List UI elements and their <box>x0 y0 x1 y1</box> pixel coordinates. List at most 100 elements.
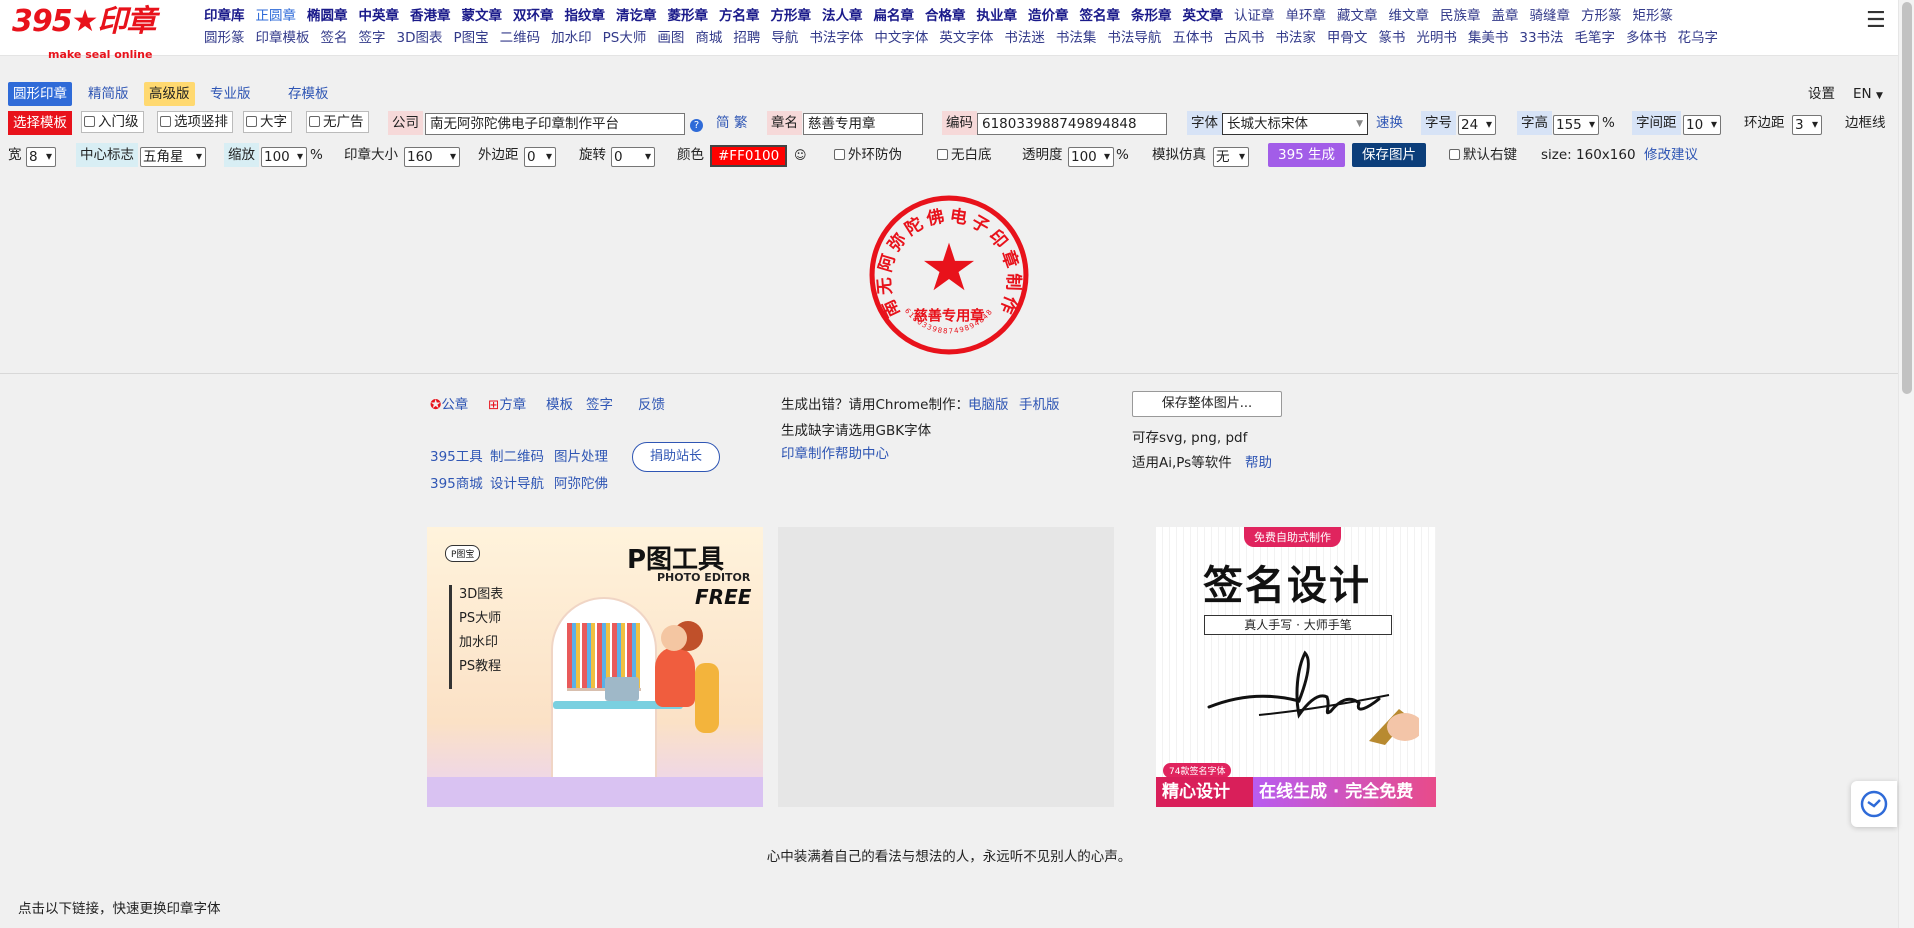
suggest-link[interactable]: 修改建议 <box>1644 143 1698 167</box>
traditional-link[interactable]: 繁 <box>734 111 748 135</box>
font-size-select[interactable]: 24 <box>1458 115 1496 135</box>
nav-link[interactable]: 造价章 <box>1028 6 1069 26</box>
opacity-select[interactable]: 100 <box>1068 147 1114 167</box>
nav-link[interactable]: 骑缝章 <box>1530 6 1571 26</box>
nav-link[interactable]: 印章模板 <box>256 28 310 48</box>
settings-link[interactable]: 设置 <box>1808 82 1835 106</box>
nav-link[interactable]: 印章库 <box>204 6 245 26</box>
shop-link[interactable]: 395商城 <box>430 475 483 493</box>
nav-link[interactable]: 认证章 <box>1234 6 1275 26</box>
nav-link[interactable]: 椭圆章 <box>307 6 348 26</box>
nav-link[interactable]: 双环章 <box>513 6 554 26</box>
nav-link[interactable]: 花乌字 <box>1678 28 1719 48</box>
company-input[interactable]: 南无阿弥陀佛电子印章制作平台 <box>425 113 685 135</box>
qrcode-link[interactable]: 制二维码 <box>490 448 544 466</box>
nav-link[interactable]: 签名 <box>321 28 348 48</box>
ad-photo-editor[interactable]: P图宝 P图工具 PHOTO EDITOR FREE 3D图表 PS大师 加水印… <box>427 527 763 807</box>
width-select[interactable]: 8 <box>26 147 56 167</box>
help-icon[interactable]: ? <box>690 119 703 132</box>
tab-round-seal[interactable]: 圆形印章 <box>8 82 72 106</box>
mobile-version-link[interactable]: 手机版 <box>1019 396 1060 414</box>
save-all-image-button[interactable]: 保存整体图片... <box>1132 391 1282 417</box>
sign-link[interactable]: 签字 <box>586 396 613 414</box>
nav-link[interactable]: 书法迷 <box>1004 28 1045 48</box>
seal-image[interactable]: 南无阿弥陀佛电子印章制作平台 618033988749894848 慈善专用章 <box>868 194 1030 356</box>
emoji-icon[interactable]: ☺ <box>794 143 807 167</box>
nav-link[interactable]: 古风书 <box>1224 28 1265 48</box>
design-nav-link[interactable]: 设计导航 <box>490 475 544 493</box>
nav-link[interactable]: 签字 <box>359 28 386 48</box>
nav-link[interactable]: 香港章 <box>410 6 451 26</box>
color-input[interactable]: #FF0100 <box>710 145 788 167</box>
nav-link[interactable]: 方形章 <box>771 6 812 26</box>
pc-version-link[interactable]: 电脑版 <box>968 396 1009 414</box>
code-input[interactable]: 618033988749894848 <box>977 113 1167 135</box>
nav-link[interactable]: 书法家 <box>1275 28 1316 48</box>
nav-link[interactable]: 矩形篆 <box>1633 6 1674 26</box>
nav-link[interactable]: 商城 <box>695 28 722 48</box>
nav-link[interactable]: 英文字体 <box>939 28 993 48</box>
nav-link[interactable]: 3D图表 <box>397 28 443 48</box>
nav-link[interactable]: PS大师 <box>603 28 647 48</box>
nav-link[interactable]: 篆书 <box>1378 28 1405 48</box>
feedback-link[interactable]: 反馈 <box>638 396 665 414</box>
simulate-select[interactable]: 无 <box>1213 147 1249 167</box>
seal-size-select[interactable]: 160 <box>404 147 460 167</box>
nav-link[interactable]: 导航 <box>771 28 798 48</box>
outer-margin-select[interactable]: 0 <box>524 147 556 167</box>
seal-name-input[interactable]: 慈善专用章 <box>803 113 923 135</box>
tab-advanced[interactable]: 高级版 <box>144 82 195 106</box>
checkbox-default-right[interactable]: 默认右键 <box>1449 143 1517 167</box>
nav-link[interactable]: 书法集 <box>1056 28 1097 48</box>
nav-link[interactable]: 二维码 <box>500 28 541 48</box>
language-select[interactable]: EN ▼ <box>1853 82 1883 108</box>
scrollbar[interactable] <box>1898 0 1914 928</box>
save-image-button[interactable]: 保存图片 <box>1352 143 1426 167</box>
image-process-link[interactable]: 图片处理 <box>554 448 608 466</box>
rotate-select[interactable]: 0 <box>611 147 655 167</box>
nav-link[interactable]: 条形章 <box>1131 6 1172 26</box>
checkbox-no-white-bg[interactable]: 无白底 <box>937 143 992 167</box>
nav-link[interactable]: 中英章 <box>359 6 400 26</box>
center-mark-select[interactable]: 五角星 <box>140 147 206 167</box>
nav-link[interactable]: 正圆章 <box>256 6 297 26</box>
nav-link[interactable]: 书法字体 <box>809 28 863 48</box>
checkbox-vertical[interactable]: 选项竖排 <box>157 111 233 133</box>
template-link[interactable]: 模板 <box>546 396 573 414</box>
nav-link[interactable]: 集美书 <box>1468 28 1509 48</box>
nav-link[interactable]: 蒙文章 <box>462 6 503 26</box>
generate-button[interactable]: 395 生成 <box>1268 143 1346 167</box>
choose-template-button[interactable]: 选择模板 <box>8 111 72 135</box>
square-seal-link[interactable]: ⊞方章 <box>488 396 526 414</box>
menu-icon[interactable]: ☰ <box>1866 8 1886 33</box>
nav-link[interactable]: 签名章 <box>1080 6 1121 26</box>
scrollbar-thumb[interactable] <box>1902 2 1912 394</box>
quick-change-link[interactable]: 速换 <box>1376 111 1403 135</box>
help-link[interactable]: 帮助 <box>1245 454 1272 472</box>
nav-link[interactable]: 甲骨文 <box>1327 28 1368 48</box>
nav-link[interactable]: 书法导航 <box>1107 28 1161 48</box>
nav-link[interactable]: 执业章 <box>977 6 1018 26</box>
checkbox-no-ads[interactable]: 无广告 <box>306 111 369 133</box>
ad-signature-design[interactable]: 免费自助式制作 签名设计 真人手写 · 大师手笔 74款签名字体 精心设计 在线… <box>1129 527 1465 807</box>
font-select[interactable]: 长城大标宋体 ▼ <box>1222 113 1368 135</box>
nav-link[interactable]: 五体书 <box>1172 28 1213 48</box>
nav-link[interactable]: 扁名章 <box>874 6 915 26</box>
zoom-select[interactable]: 100 <box>261 147 307 167</box>
nav-link[interactable]: 圆形篆 <box>204 28 245 48</box>
save-template-link[interactable]: 存模板 <box>288 82 329 106</box>
nav-link[interactable]: 维文章 <box>1389 6 1430 26</box>
checkbox-beginner[interactable]: 入门级 <box>81 111 144 133</box>
donate-button[interactable]: 捐助站长 <box>632 442 720 472</box>
nav-link[interactable]: P图宝 <box>453 28 488 48</box>
ring-margin-select[interactable]: 3 <box>1792 115 1822 135</box>
checkbox-large-text[interactable]: 大字 <box>243 111 292 133</box>
tab-pro[interactable]: 专业版 <box>205 82 256 106</box>
nav-link[interactable]: 方名章 <box>719 6 760 26</box>
nav-link[interactable]: 单环章 <box>1286 6 1327 26</box>
site-logo[interactable]: 395★印章 make seal online <box>12 4 182 61</box>
nav-link[interactable]: 藏文章 <box>1337 6 1378 26</box>
nav-link[interactable]: 合格章 <box>925 6 966 26</box>
help-center-link[interactable]: 印章制作帮助中心 <box>781 445 889 463</box>
spacing-select[interactable]: 10 <box>1683 115 1721 135</box>
